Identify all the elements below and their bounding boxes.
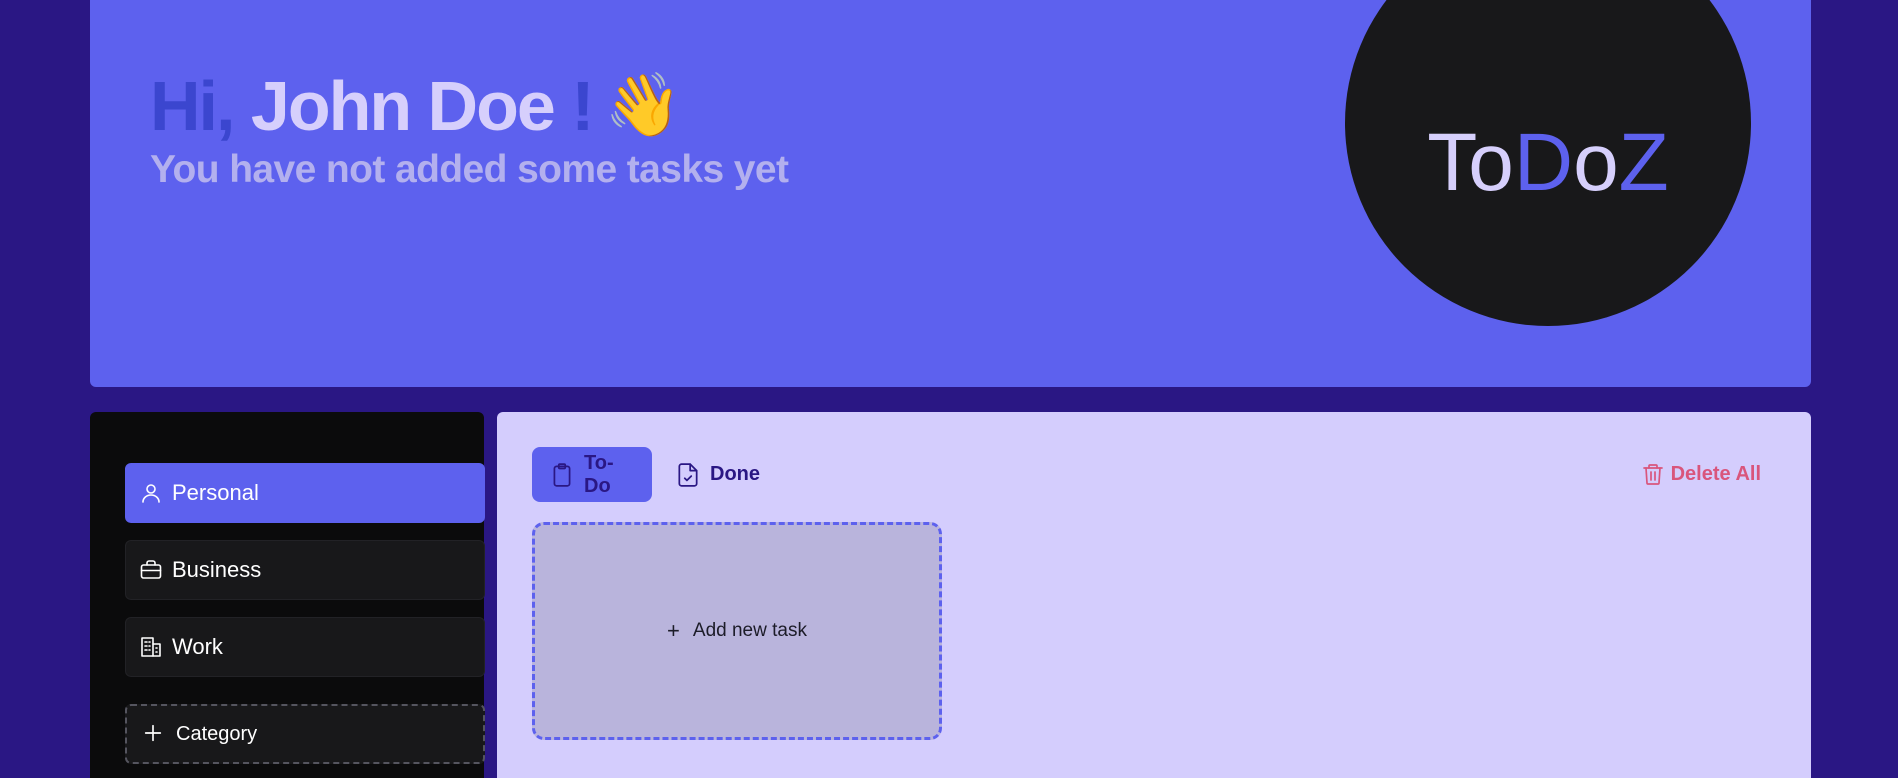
greeting-hi: Hi, [150, 67, 235, 145]
file-check-icon [675, 462, 701, 488]
greeting-heading: Hi, John Doe ! 👋 [150, 64, 682, 148]
add-category-button[interactable]: Category [125, 704, 485, 764]
user-name: John Doe [250, 67, 556, 145]
category-work[interactable]: Work [125, 617, 485, 677]
add-task-card[interactable]: + Add new task [532, 522, 942, 740]
tab-todo[interactable]: To-Do [532, 447, 652, 502]
greeting-subtitle: You have not added some tasks yet [150, 148, 789, 191]
tasks-panel: To-Do Done Delete All + Add new task [497, 412, 1811, 778]
add-task-label: Add new task [692, 620, 807, 641]
tab-label: To-Do [584, 451, 614, 497]
clipboard-icon [549, 462, 575, 488]
app-logo: ToDoZ [1345, 0, 1751, 326]
delete-all-label: Delete All [1670, 462, 1761, 485]
greeting-exclamation: ! [571, 67, 594, 145]
category-sidebar: Personal Business Work Category [90, 412, 485, 778]
logo-text: ToDoZ [1427, 117, 1669, 208]
delete-all-button[interactable]: Delete All [1641, 462, 1761, 486]
category-label: Work [172, 634, 223, 659]
plus-icon: + [667, 618, 680, 643]
tab-label: Done [710, 463, 760, 485]
category-personal[interactable]: Personal [125, 463, 485, 523]
hero-banner: Hi, John Doe ! 👋 You have not added some … [90, 0, 1811, 387]
category-label: Personal [172, 480, 259, 505]
trash-icon [1641, 462, 1665, 486]
plus-icon [142, 722, 166, 746]
add-category-label: Category [176, 722, 258, 745]
wave-emoji-icon: 👋 [604, 71, 682, 140]
briefcase-icon [139, 558, 163, 582]
tab-done[interactable]: Done [669, 447, 766, 502]
category-label: Business [172, 557, 262, 582]
building-icon [139, 635, 163, 659]
category-business[interactable]: Business [125, 540, 485, 600]
person-icon [139, 481, 163, 505]
